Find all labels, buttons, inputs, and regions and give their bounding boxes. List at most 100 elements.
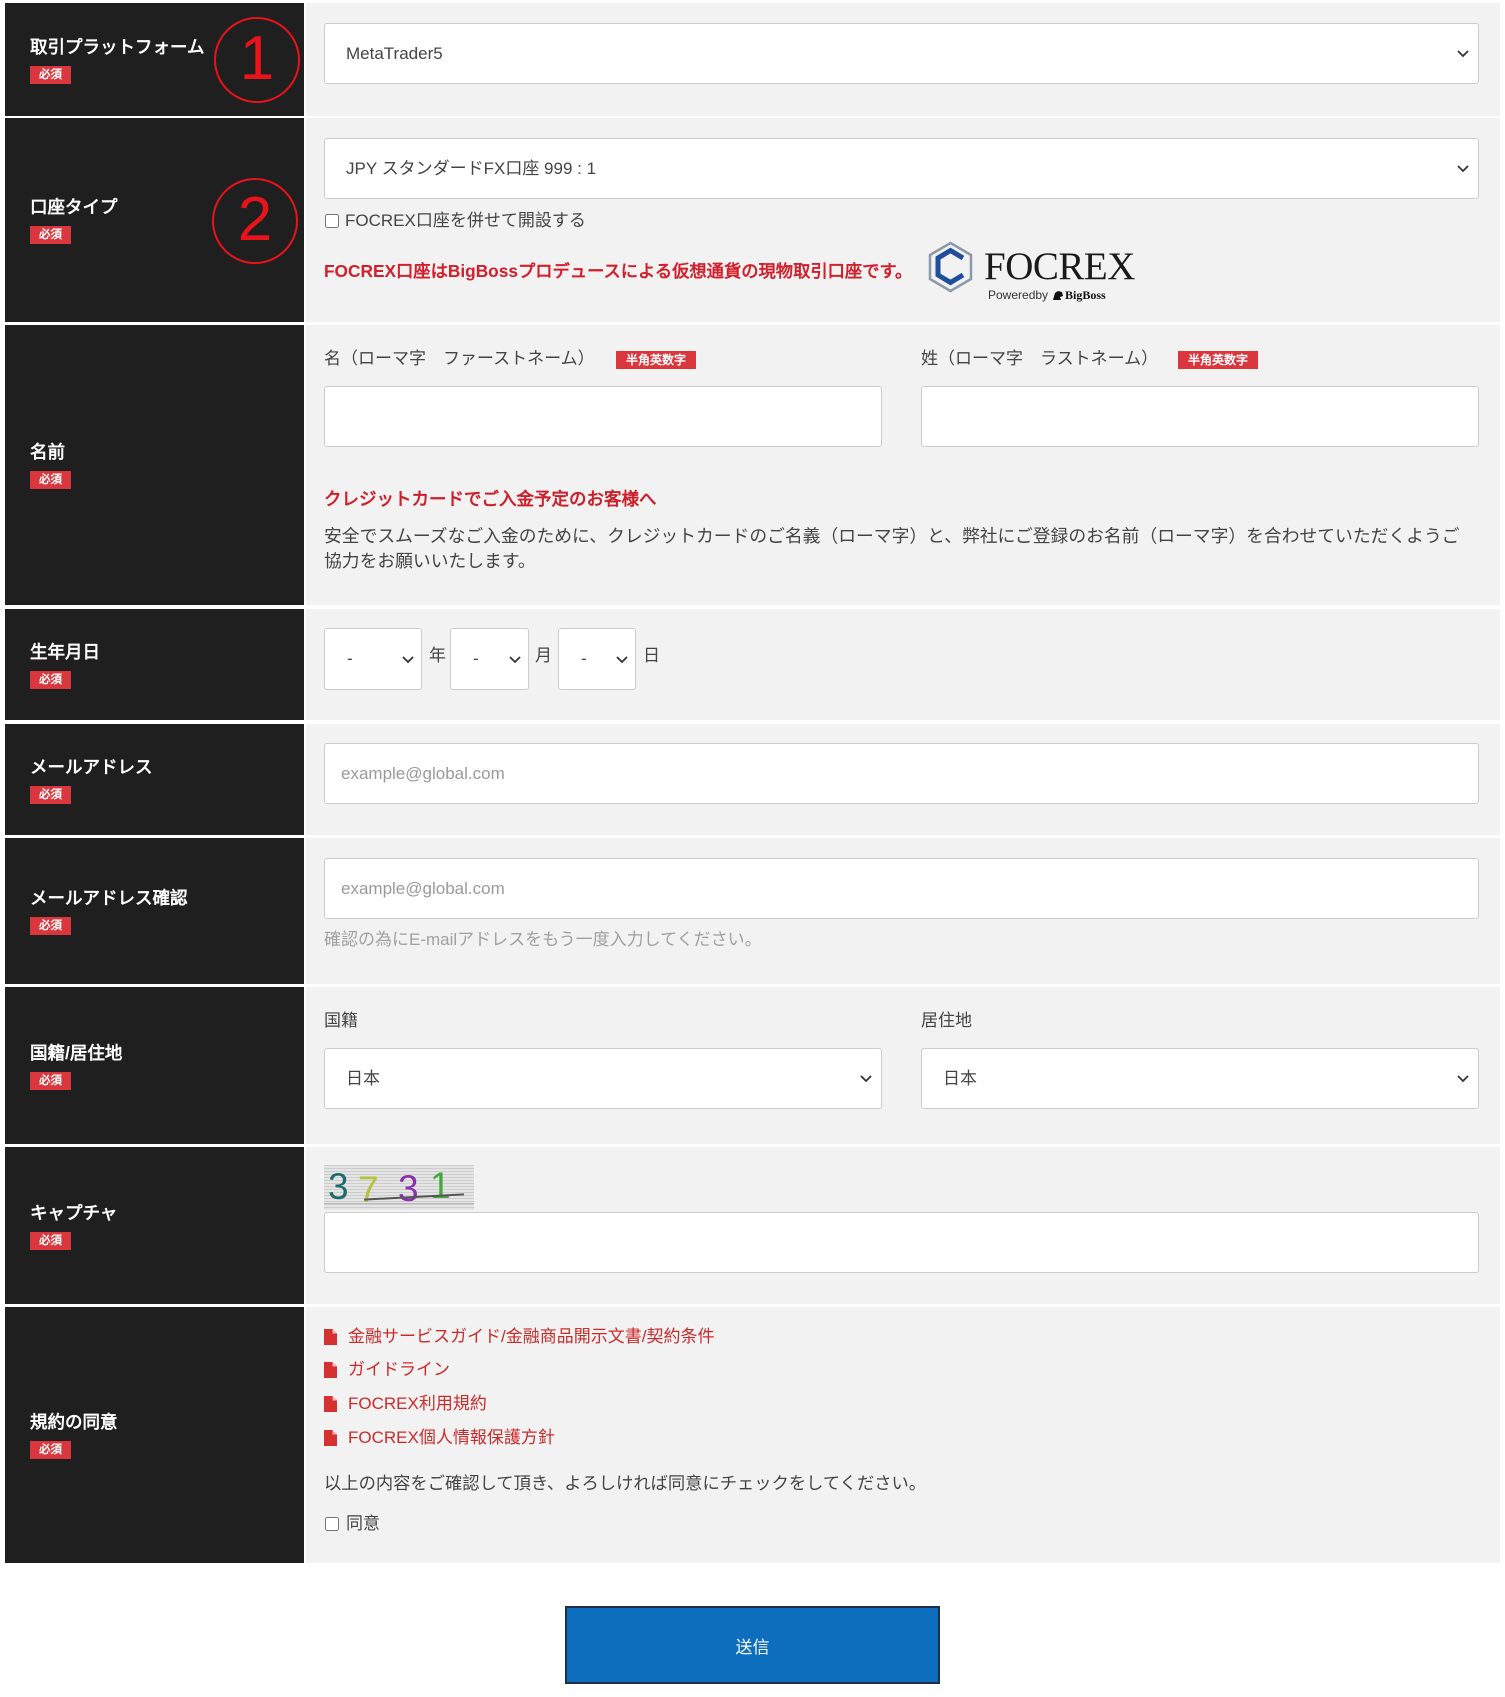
bigboss-logo-text: BigBoss — [1065, 288, 1106, 302]
terms-document-link[interactable]: FOCREX個人情報保護方針 — [324, 1427, 555, 1449]
required-badge: 必須 — [30, 670, 71, 689]
birth-year-select[interactable]: - — [324, 628, 422, 690]
required-badge: 必須 — [30, 1071, 71, 1090]
chevron-down-icon — [1457, 165, 1469, 173]
chevron-down-icon — [616, 656, 628, 664]
field-label: 規約の同意 — [30, 1412, 118, 1432]
first-name-label: 名（ローマ字 ファーストネーム） — [324, 349, 595, 368]
chevron-down-icon — [509, 656, 521, 664]
terms-document-label[interactable]: 金融サービスガイド/金融商品開示文書/契約条件 — [348, 1326, 714, 1348]
alphanumeric-badge: 半角英数字 — [616, 351, 696, 369]
nationality-select-value: 日本 — [346, 1069, 380, 1088]
file-pdf-icon — [324, 1362, 337, 1378]
required-badge: 必須 — [30, 917, 71, 935]
field-label-cell: 名前 必須 — [5, 325, 304, 605]
focrex-logo-powered-by: Poweredby — [988, 288, 1049, 302]
captcha-digit: 1 — [430, 1165, 451, 1206]
field-input-cell: - 年 - 月 - 日 — [306, 609, 1500, 720]
month-unit: 月 — [535, 646, 552, 665]
field-input-cell: 国籍 居住地 日本 日本 — [306, 987, 1500, 1144]
focrex-checkbox-label[interactable]: FOCREX口座を併せて開設する — [345, 210, 586, 232]
form-row-name: 名前 必須 名（ローマ字 ファーストネーム） 半角英数字 姓（ローマ字 ラストネ… — [5, 325, 1500, 605]
form-row-captcha: キャプチャ 必須 3 7 3 1 — [5, 1147, 1500, 1304]
field-label: メールアドレス — [30, 756, 153, 777]
field-input-cell: 名（ローマ字 ファーストネーム） 半角英数字 姓（ローマ字 ラストネーム） 半角… — [306, 325, 1500, 605]
account-type-select[interactable]: JPY スタンダードFX口座 999 : 1 — [324, 138, 1479, 199]
captcha-digit: 7 — [358, 1169, 379, 1210]
chevron-down-icon — [1457, 50, 1469, 58]
required-badge: 必須 — [30, 1441, 71, 1459]
field-label-cell: キャプチャ 必須 — [5, 1147, 304, 1304]
agree-checkbox-label[interactable]: 同意 — [346, 1513, 380, 1535]
birth-day-value: - — [581, 649, 587, 668]
platform-select[interactable]: MetaTrader5 — [324, 23, 1479, 84]
captcha-digit: 3 — [328, 1166, 349, 1207]
nationality-select[interactable]: 日本 — [324, 1048, 882, 1109]
email-input[interactable] — [324, 743, 1479, 804]
form-row-email-confirm: メールアドレス確認 必須 確認の為にE-mailアドレスをもう一度入力してくださ… — [5, 838, 1500, 984]
field-label: 生年月日 — [30, 641, 100, 662]
field-label: 名前 — [30, 442, 65, 462]
credit-card-notice-text: 安全でスムーズなご入金のために、クレジットカードのご名義（ローマ字）と、弊社にご… — [324, 526, 1460, 571]
day-unit: 日 — [643, 646, 660, 665]
form-row-terms: 規約の同意 必須 金融サービスガイド/金融商品開示文書/契約条件 ガイドライン … — [5, 1307, 1500, 1563]
terms-document-label[interactable]: FOCREX個人情報保護方針 — [348, 1427, 555, 1449]
field-label-cell: 規約の同意 必須 — [5, 1307, 304, 1563]
form-row-email: メールアドレス 必須 — [5, 724, 1500, 835]
terms-document-link[interactable]: ガイドライン — [324, 1359, 450, 1381]
birth-day-select[interactable]: - — [558, 628, 636, 690]
field-input-cell: JPY スタンダードFX口座 999 : 1 FOCREX口座を併せて開設する … — [306, 118, 1500, 322]
last-name-label: 姓（ローマ字 ラストネーム） — [921, 349, 1159, 368]
nationality-label: 国籍 — [324, 1011, 358, 1030]
last-name-input[interactable] — [921, 386, 1479, 447]
residence-label: 居住地 — [921, 1011, 972, 1030]
terms-instruction: 以上の内容をご確認して頂き、よろしければ同意にチェックをしてください。 — [324, 1473, 927, 1493]
captcha-noise-line — [324, 1203, 474, 1204]
field-input-cell: MetaTrader5 — [306, 3, 1500, 116]
file-pdf-icon — [324, 1396, 337, 1412]
agree-checkbox[interactable] — [325, 1517, 339, 1531]
terms-document-label[interactable]: ガイドライン — [348, 1359, 450, 1381]
form-row-nationality-residence: 国籍/居住地 必須 国籍 居住地 日本 日本 — [5, 987, 1500, 1144]
alphanumeric-badge: 半角英数字 — [1178, 351, 1258, 369]
residence-select-value: 日本 — [943, 1069, 977, 1088]
focrex-hexagon-icon — [928, 241, 973, 293]
bigboss-icon — [1053, 291, 1063, 300]
focrex-note: FOCREX口座はBigBossプロデュースによる仮想通貨の現物取引口座です。 — [324, 261, 913, 281]
terms-document-link[interactable]: FOCREX利用規約 — [324, 1393, 487, 1415]
captcha-input[interactable] — [324, 1212, 1479, 1273]
field-label-cell: メールアドレス確認 必須 — [5, 838, 304, 984]
file-pdf-icon — [324, 1329, 337, 1345]
annotation-marker-1: 1 — [214, 17, 300, 103]
email-confirm-input[interactable] — [324, 858, 1479, 919]
field-label: 国籍/居住地 — [30, 1042, 123, 1063]
field-input-cell: 確認の為にE-mailアドレスをもう一度入力してください。 — [306, 838, 1500, 984]
field-label: メールアドレス確認 — [30, 888, 188, 908]
required-badge: 必須 — [30, 1231, 71, 1250]
required-badge: 必須 — [30, 785, 71, 804]
year-unit: 年 — [429, 646, 446, 665]
platform-select-value: MetaTrader5 — [346, 44, 443, 63]
field-label-cell: メールアドレス 必須 — [5, 724, 304, 835]
credit-card-notice-title: クレジットカードでご入金予定のお客様へ — [324, 489, 657, 509]
captcha-image: 3 7 3 1 — [324, 1165, 474, 1210]
first-name-input[interactable] — [324, 386, 882, 447]
required-badge: 必須 — [30, 65, 71, 84]
field-label: キャプチャ — [30, 1202, 118, 1223]
terms-document-label[interactable]: FOCREX利用規約 — [348, 1393, 487, 1415]
birth-month-select[interactable]: - — [450, 628, 529, 690]
annotation-marker-2: 2 — [212, 178, 298, 264]
chevron-down-icon — [1457, 1075, 1469, 1083]
submit-button[interactable]: 送信 — [565, 1606, 940, 1684]
required-badge: 必須 — [30, 226, 71, 244]
file-pdf-icon — [324, 1430, 337, 1446]
birth-month-value: - — [473, 649, 479, 668]
required-badge: 必須 — [30, 471, 71, 489]
chevron-down-icon — [402, 656, 414, 664]
field-input-cell — [306, 724, 1500, 835]
residence-select[interactable]: 日本 — [921, 1048, 1479, 1109]
focrex-checkbox[interactable] — [325, 214, 339, 228]
terms-document-link[interactable]: 金融サービスガイド/金融商品開示文書/契約条件 — [324, 1326, 714, 1348]
field-input-cell: 3 7 3 1 — [306, 1147, 1500, 1304]
field-label-cell: 生年月日 必須 — [5, 609, 304, 720]
